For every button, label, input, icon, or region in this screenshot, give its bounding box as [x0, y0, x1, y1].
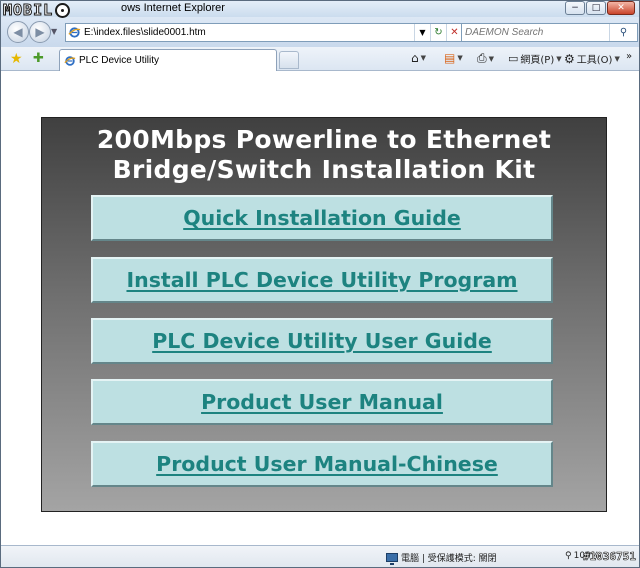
- product-user-manual-chinese-link[interactable]: Product User Manual-Chinese: [156, 452, 498, 476]
- slide-title-line-2: Bridge/Switch Installation Kit: [112, 155, 536, 184]
- minimize-button[interactable]: −: [565, 1, 585, 15]
- forward-button[interactable]: ▶: [29, 21, 51, 43]
- close-window-button[interactable]: ✕: [607, 1, 635, 15]
- address-dropdown-icon[interactable]: ▼: [414, 24, 430, 41]
- add-favorite-icon[interactable]: ✚: [33, 51, 44, 66]
- gear-icon: ⚙: [564, 51, 575, 66]
- security-zone-text: 電腦 | 受保護模式: 關閉: [401, 554, 497, 564]
- new-tab-button[interactable]: [279, 51, 299, 69]
- slide-title-line-1: 200Mbps Powerline to Ethernet: [96, 125, 552, 154]
- quick-installation-guide-link[interactable]: Quick Installation Guide: [183, 206, 461, 230]
- page-icon: ▭: [508, 52, 519, 65]
- install-utility-link[interactable]: Install PLC Device Utility Program: [126, 268, 517, 292]
- printer-icon: ⎙: [477, 51, 487, 65]
- ie-page-icon: [68, 27, 81, 38]
- watermark-logo: MOBIL: [2, 1, 71, 20]
- search-box[interactable]: ⚲: [461, 23, 638, 42]
- recent-pages-dropdown[interactable]: ▼: [51, 27, 57, 36]
- address-bar[interactable]: E:\index.files\slide0001.htm ▼ ↻ ✕: [65, 23, 463, 42]
- security-zone[interactable]: 電腦 | 受保護模式: 關閉: [386, 551, 497, 565]
- back-button[interactable]: ◀: [7, 21, 29, 43]
- page-menu[interactable]: ▭ 網頁(P) ▼: [508, 51, 562, 66]
- home-icon: ⌂: [411, 51, 419, 65]
- quick-installation-guide-button[interactable]: Quick Installation Guide: [91, 195, 553, 241]
- stop-icon[interactable]: ✕: [446, 24, 462, 41]
- utility-user-guide-link[interactable]: PLC Device Utility User Guide: [152, 329, 492, 353]
- utility-user-guide-button[interactable]: PLC Device Utility User Guide: [91, 318, 553, 364]
- slide-panel: 200Mbps Powerline to Ethernet Bridge/Swi…: [41, 117, 607, 512]
- home-button[interactable]: ⌂ ▼: [411, 51, 426, 65]
- zoom-magnifier-icon: ⚲: [565, 551, 572, 561]
- window-controls: − □ ✕: [565, 1, 635, 15]
- more-commands-button[interactable]: »: [626, 51, 632, 62]
- print-button[interactable]: ⎙ ▼: [477, 51, 494, 66]
- status-bar: 電腦 | 受保護模式: 關閉 ⚲ 100%: [1, 545, 639, 567]
- maximize-button[interactable]: □: [586, 1, 606, 15]
- ie-tab-icon: [64, 55, 76, 66]
- refresh-icon[interactable]: ↻: [430, 24, 446, 41]
- search-input[interactable]: [462, 26, 602, 39]
- watermark-ring-icon: [55, 2, 71, 18]
- tab-plc-device-utility[interactable]: PLC Device Utility: [59, 49, 277, 71]
- search-icon[interactable]: ⚲: [609, 24, 637, 41]
- favorites-star-icon[interactable]: ★: [10, 51, 23, 67]
- page-content: 200Mbps Powerline to Ethernet Bridge/Swi…: [5, 72, 635, 545]
- title-bar: MOBIL ows Internet Explorer − □ ✕: [1, 1, 639, 20]
- tools-menu[interactable]: ⚙ 工具(O) ▼: [564, 51, 620, 67]
- slide-title: 200Mbps Powerline to Ethernet Bridge/Swi…: [42, 125, 606, 185]
- product-user-manual-chinese-button[interactable]: Product User Manual-Chinese: [91, 441, 553, 487]
- rss-feed-icon: ▤: [444, 51, 456, 65]
- back-arrow-icon: ◀: [13, 25, 23, 39]
- computer-icon: [386, 553, 398, 565]
- watermark-photo-id: #1036751: [583, 550, 637, 564]
- product-user-manual-button[interactable]: Product User Manual: [91, 379, 553, 425]
- tools-menu-label: 工具(O): [576, 55, 613, 66]
- address-url[interactable]: E:\index.files\slide0001.htm: [84, 27, 414, 38]
- tab-label: PLC Device Utility: [79, 55, 160, 66]
- tab-bar: ★ ✚ PLC Device Utility ⌂ ▼ ▤ ▼ ⎙ ▼ ▭ 網頁(P) ▼…: [1, 47, 639, 71]
- forward-arrow-icon: ▶: [35, 25, 45, 39]
- browser-window: MOBIL ows Internet Explorer − □ ✕ ◀ ▶ ▼ …: [0, 0, 640, 568]
- window-title: ows Internet Explorer: [121, 2, 225, 14]
- feeds-button[interactable]: ▤ ▼: [444, 51, 463, 65]
- address-toolbar: ◀ ▶ ▼ E:\index.files\slide0001.htm ▼ ↻ ✕…: [1, 17, 639, 47]
- page-menu-label: 網頁(P): [520, 55, 555, 66]
- product-user-manual-link[interactable]: Product User Manual: [201, 390, 443, 414]
- install-utility-button[interactable]: Install PLC Device Utility Program: [91, 257, 553, 303]
